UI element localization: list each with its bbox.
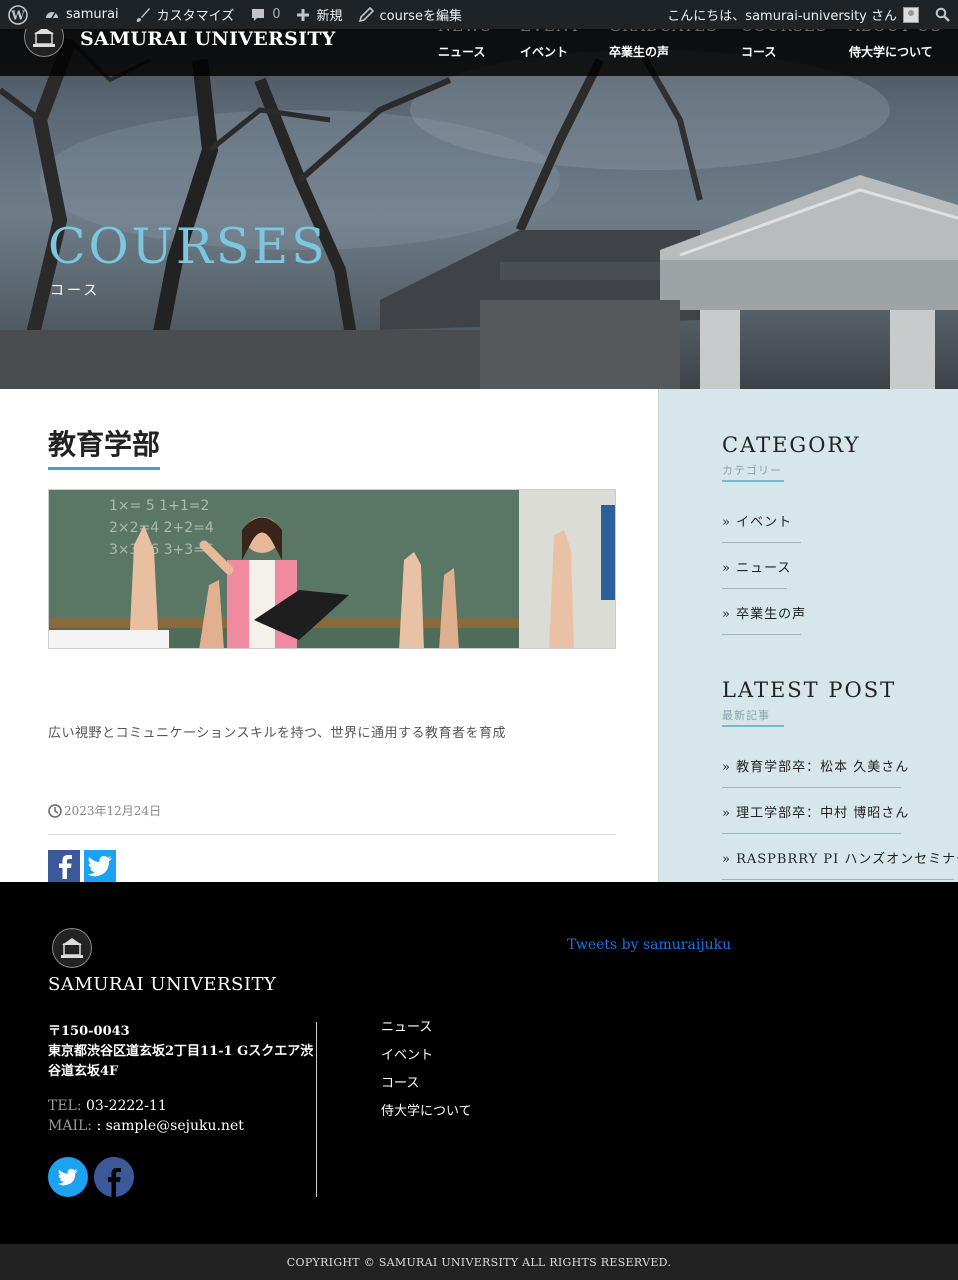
site-name-label: samurai: [66, 7, 119, 22]
customize-link[interactable]: カスタマイズ: [127, 0, 243, 29]
svg-text:3×3=6 3+3=6: 3×3=6 3+3=6: [109, 542, 214, 558]
plus-icon: [297, 8, 310, 21]
nav-ja-label: コース: [741, 45, 777, 59]
wordpress-icon: W: [8, 4, 28, 25]
divider: [48, 834, 616, 835]
hero-title: COURSES: [48, 218, 328, 275]
footer-nav-item[interactable]: コース: [381, 1070, 472, 1098]
nav-ja-label: 侍大学について: [849, 45, 933, 59]
tweets-link[interactable]: Tweets by samuraijuku: [567, 937, 731, 953]
main-nav: NEWS ニュース EVENT イベント GRADUATES 卒業生の声 COU…: [438, 17, 958, 76]
footer-nav-item[interactable]: ニュース: [381, 1014, 472, 1042]
tel-value: 03-2222-11: [81, 1098, 167, 1114]
search-icon: [935, 7, 950, 22]
dashboard-icon: [46, 11, 58, 18]
category-widget-subtitle: カテゴリー: [722, 462, 784, 482]
facebook-link[interactable]: [94, 1157, 134, 1197]
greeting-text: こんにちは、samurai-university さん: [667, 9, 897, 24]
nav-item-news[interactable]: NEWS ニュース: [438, 17, 491, 76]
latest-post-item[interactable]: » 理工学部卒：中村 博昭さん: [722, 802, 908, 834]
footer-social-links: [48, 1157, 134, 1197]
wordpress-logo-button[interactable]: W: [0, 0, 36, 29]
postal-code: 〒150-0043: [48, 1024, 130, 1039]
facebook-icon: [94, 1157, 134, 1197]
footer-tel: TEL: 03-2222-11: [48, 1098, 167, 1114]
nav-ja-label: イベント: [520, 45, 569, 59]
latest-post-widget-subtitle: 最新記事: [722, 707, 784, 727]
facebook-share-button[interactable]: [48, 850, 80, 882]
latest-post-item[interactable]: » 教育学部卒：松本 久美さん: [722, 756, 908, 788]
brush-icon: [136, 7, 150, 22]
share-buttons: [48, 850, 116, 882]
latest-post-widget-title: LATEST POST: [722, 678, 897, 702]
site-title: SAMURAI UNIVERSITY: [80, 28, 336, 50]
course-image: 1×= 5 1+1=2 2×2=4 2+2=4 3×3=6 3+3=6: [48, 489, 616, 649]
hero-subtitle: コース: [50, 283, 101, 299]
nav-item-graduates[interactable]: GRADUATES 卒業生の声: [609, 17, 717, 76]
tel-label: TEL:: [48, 1098, 82, 1114]
comment-icon: [252, 8, 265, 21]
facebook-icon: [59, 855, 72, 879]
edit-label: courseを編集: [379, 9, 462, 24]
twitter-icon: [57, 1168, 78, 1186]
footer-nav-item[interactable]: 侍大学について: [381, 1098, 472, 1126]
site-name-link[interactable]: samurai: [36, 0, 127, 29]
footer-mail: MAIL: : sample@sejuku.net: [48, 1118, 244, 1134]
search-button[interactable]: [927, 0, 958, 29]
nav-ja-label: 卒業生の声: [609, 45, 670, 59]
category-item[interactable]: » 卒業生の声: [722, 603, 805, 635]
site-footer: SAMURAI UNIVERSITY 〒150-0043 東京都渋谷区道玄坂2丁…: [0, 882, 958, 1244]
sidebar: CATEGORY カテゴリー » イベント » ニュース » 卒業生の声 LAT…: [658, 389, 958, 882]
footer-nav: ニュース イベント コース 侍大学について: [381, 1014, 472, 1126]
category-item[interactable]: » イベント: [722, 511, 801, 543]
address-text: 東京都渋谷区道玄坂2丁目11-1 Gスクエア渋谷道玄坂4F: [48, 1044, 314, 1079]
admin-bar: W samurai カスタマイズ 0 新規 courseを編集 こんにちは、sa…: [0, 0, 958, 29]
copyright-text: COPYRIGHT © SAMURAI UNIVERSITY ALL RIGHT…: [0, 1244, 958, 1280]
svg-text:1×= 5 1+1=2: 1×= 5 1+1=2: [109, 498, 209, 514]
date-text: 2023年12月24日: [64, 804, 162, 818]
comments-link[interactable]: 0: [242, 0, 288, 29]
svg-text:W: W: [10, 8, 25, 22]
comments-count: 0: [272, 7, 281, 22]
hero-banner: SAMURAI UNIVERSITY NEWS ニュース EVENT イベント …: [0, 0, 958, 389]
nav-ja-label: ニュース: [438, 45, 486, 59]
nav-item-courses[interactable]: COURSES コース: [741, 17, 826, 76]
footer-divider: [316, 1022, 317, 1197]
footer-site-title: SAMURAI UNIVERSITY: [48, 974, 277, 995]
clock-icon: [48, 803, 62, 818]
site-header: SAMURAI UNIVERSITY NEWS ニュース EVENT イベント …: [0, 17, 958, 76]
mail-value: : sample@sejuku.net: [92, 1118, 244, 1134]
new-label: 新規: [316, 9, 343, 24]
svg-text:2×2=4 2+2=4: 2×2=4 2+2=4: [109, 520, 214, 536]
post-date: 2023年12月24日: [48, 802, 161, 819]
customize-label: カスタマイズ: [156, 9, 235, 24]
edit-course-link[interactable]: courseを編集: [351, 0, 470, 29]
footer-address: 〒150-0043 東京都渋谷区道玄坂2丁目11-1 Gスクエア渋谷道玄坂4F: [48, 1022, 316, 1082]
mail-label: MAIL:: [48, 1118, 92, 1134]
twitter-link[interactable]: [48, 1157, 88, 1197]
latest-post-item[interactable]: » RASPBRRY PI ハンズオンセミナー: [722, 848, 958, 880]
avatar: [903, 6, 919, 23]
new-content-link[interactable]: 新規: [288, 0, 350, 29]
pencil-icon: [358, 7, 374, 22]
category-widget-title: CATEGORY: [722, 433, 861, 457]
footer-crest-icon: [52, 928, 92, 968]
twitter-icon: [87, 855, 112, 877]
twitter-share-button[interactable]: [84, 850, 116, 882]
nav-item-about[interactable]: ABOUT US 侍大学について: [849, 17, 941, 76]
footer-nav-item[interactable]: イベント: [381, 1042, 472, 1070]
category-item[interactable]: » ニュース: [722, 557, 790, 589]
nav-item-event[interactable]: EVENT イベント: [520, 17, 580, 76]
course-description: 広い視野とコミュニケーションスキルを持つ、世界に通用する教育者を育成: [48, 726, 506, 741]
my-account-link[interactable]: こんにちは、samurai-university さん: [659, 0, 927, 29]
page-title: 教育学部: [48, 423, 161, 470]
